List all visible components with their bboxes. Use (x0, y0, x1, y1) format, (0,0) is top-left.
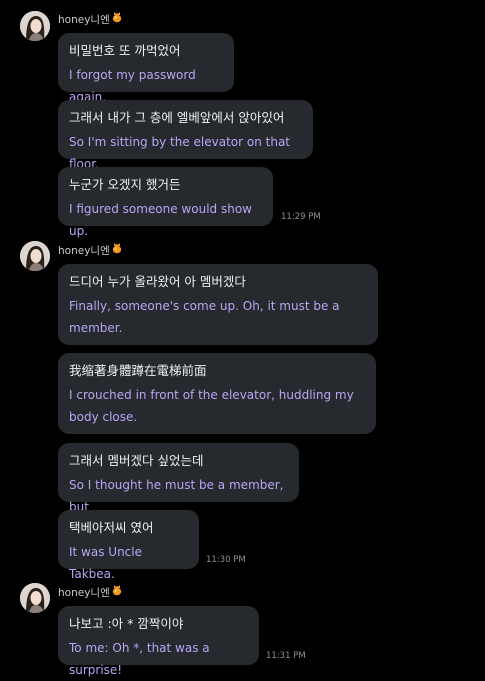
message-timestamp: 11:30 PM (206, 555, 246, 565)
avatar[interactable] (20, 11, 50, 41)
sender-label: honey니엔 (58, 14, 110, 26)
message-text: 택베아저씨 였어 (69, 520, 154, 535)
avatar[interactable] (20, 241, 50, 271)
avatar[interactable] (20, 583, 50, 613)
message-timestamp: 11:29 PM (281, 212, 321, 222)
honey-pot-icon (111, 11, 123, 28)
message-timestamp: 11:31 PM (266, 651, 306, 661)
message-bubble[interactable]: 드디어 누가 올라왔어 아 멤버겠다 Finally, someone's co… (58, 264, 378, 345)
sender-label: honey니엔 (58, 587, 110, 599)
honey-pot-icon (111, 242, 123, 259)
message-translation: I figured someone would show up. (69, 202, 252, 238)
message-text: 그래서 내가 그 층에 엘베앞에서 앉아있어 (69, 110, 285, 125)
message-bubble[interactable]: 我缩著身體蹲在電梯前面 I crouched in front of the e… (58, 353, 376, 434)
honey-pot-icon (111, 584, 123, 601)
message-translation: I crouched in front of the elevator, hud… (69, 388, 354, 424)
message-text: 드디어 누가 올라왔어 아 멤버겠다 (69, 274, 246, 289)
sender-label: honey니엔 (58, 245, 110, 257)
message-bubble[interactable]: 비밀번호 또 까먹었어 I forgot my password again. (58, 33, 234, 104)
message-text: 我缩著身體蹲在電梯前面 (69, 363, 207, 378)
message-text: 나보고 :아 * 깜짝이야 (69, 616, 184, 631)
message-text: 비밀번호 또 까먹었어 (69, 43, 181, 58)
message-text: 누군가 오겠지 했거든 (69, 177, 181, 192)
sender-name: honey니엔 (58, 584, 123, 601)
message-bubble[interactable]: 그래서 내가 그 층에 엘베앞에서 앉아있어 So I'm sitting by… (58, 100, 313, 171)
message-translation: It was Uncle Takbea. (69, 545, 142, 581)
message-bubble[interactable]: 택베아저씨 였어 It was Uncle Takbea. (58, 510, 199, 581)
message-bubble[interactable]: 그래서 멤버겠다 싶었는데 So I thought he must be a … (58, 443, 299, 514)
message-translation: Finally, someone's come up. Oh, it must … (69, 299, 340, 335)
message-translation: To me: Oh *, that was a surprise! (69, 641, 210, 677)
message-bubble[interactable]: 나보고 :아 * 깜짝이야 To me: Oh *, that was a su… (58, 606, 259, 677)
sender-name: honey니엔 (58, 242, 123, 259)
sender-name: honey니엔 (58, 11, 123, 28)
message-bubble[interactable]: 누군가 오겠지 했거든 I figured someone would show… (58, 167, 273, 238)
message-text: 그래서 멤버겠다 싶었는데 (69, 453, 204, 468)
